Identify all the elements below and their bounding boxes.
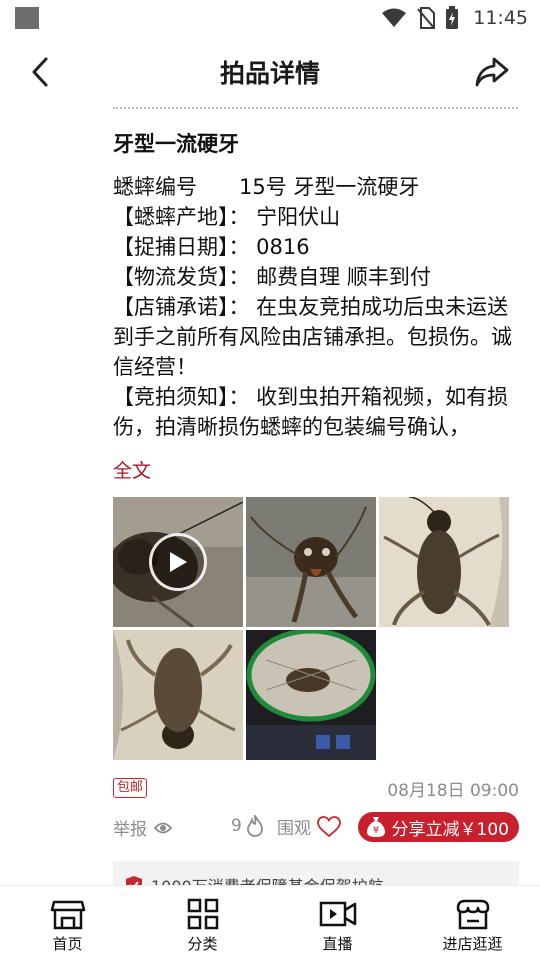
photo-thumbnail[interactable]	[379, 497, 509, 627]
item-title: 牙型一流硬牙	[113, 132, 239, 156]
description-line: 【竞拍须知】： 收到虫拍开箱视频，如有损伤，拍清晰损伤蟋蟀的包装编号确认，	[113, 385, 509, 439]
watch-button[interactable]: 围观	[277, 814, 341, 839]
home-icon	[50, 900, 85, 930]
share-arrow-icon	[475, 57, 509, 87]
heat-count: 9	[231, 816, 242, 836]
description-line: 【物流发货】： 邮费自理 顺丰到付	[113, 265, 431, 289]
page-title: 拍品详情	[219, 59, 320, 88]
cricket-photo-5	[246, 630, 376, 760]
bottom-nav: 首页 分类 直播 进店逛逛	[0, 885, 540, 960]
photo-thumbnail[interactable]	[113, 630, 243, 760]
photo-thumbnail[interactable]	[246, 630, 376, 760]
status-time: 11:45	[473, 7, 528, 29]
fulltext-link[interactable]: 全文	[113, 456, 151, 486]
description-line: 【店铺承诺】： 在虫友竞拍成功后虫未运送到手之前所有风险由店铺承担。包损伤。诚信…	[113, 295, 512, 379]
status-icons: 11:45	[381, 6, 528, 30]
share-button[interactable]	[472, 54, 512, 90]
cricket-photo-3	[379, 497, 509, 627]
description-line: 【蟋蟀产地】： 宁阳伏山	[113, 205, 341, 229]
status-bar: 11:45	[0, 0, 540, 36]
page-header: 拍品详情	[0, 36, 540, 108]
header-divider	[113, 107, 518, 109]
svg-text:¥: ¥	[372, 825, 378, 836]
notification-app-icon	[15, 7, 39, 29]
nav-item-live[interactable]: 直播	[270, 886, 405, 960]
eye-shield-icon	[153, 822, 173, 833]
cricket-photo-4	[113, 630, 243, 760]
live-icon	[319, 901, 356, 927]
report-label: 举报	[113, 820, 147, 840]
nav-label-live: 直播	[322, 935, 353, 953]
nav-label-home: 首页	[52, 935, 83, 953]
money-bag-icon: ¥	[366, 817, 385, 837]
nav-label-category: 分类	[187, 935, 218, 953]
share-discount-button[interactable]: ¥ 分享立减￥100	[357, 812, 519, 842]
nav-item-home[interactable]: 首页	[0, 886, 135, 960]
report-button[interactable]: 举报	[113, 815, 173, 840]
free-shipping-badge: 包邮	[113, 778, 148, 798]
nav-item-shop[interactable]: 进店逛逛	[405, 886, 540, 960]
item-description: 蟋蟀编号 15号 牙型一流硬牙 【蟋蟀产地】： 宁阳伏山 【捉捕日期】： 081…	[113, 172, 523, 442]
battery-charging-icon	[446, 6, 459, 29]
no-sim-icon	[417, 7, 436, 29]
category-icon	[187, 898, 218, 930]
item-meta: 包邮 08月18日 09:00	[113, 776, 519, 802]
nav-item-category[interactable]: 分类	[135, 886, 270, 960]
video-thumbnail[interactable]	[113, 497, 243, 627]
photo-thumbnail[interactable]	[246, 497, 376, 627]
wifi-icon	[382, 8, 407, 27]
description-line: 蟋蟀编号 15号 牙型一流硬牙	[113, 175, 420, 199]
share-discount-label: 分享立减￥100	[391, 819, 509, 840]
play-icon[interactable]	[149, 533, 207, 591]
watch-label: 围观	[277, 819, 311, 839]
nav-label-shop: 进店逛逛	[442, 935, 503, 953]
description-line: 【捉捕日期】： 0816	[113, 235, 310, 259]
action-row: 举报 9 围观 ¥ 分享立减￥100	[113, 810, 519, 844]
cricket-photo-2	[246, 497, 376, 627]
photo-gallery	[113, 497, 513, 761]
flame-icon	[246, 815, 263, 837]
heart-icon	[317, 815, 341, 837]
item-content: 牙型一流硬牙 蟋蟀编号 15号 牙型一流硬牙 【蟋蟀产地】： 宁阳伏山 【捉捕日…	[113, 126, 523, 486]
heat-indicator: 9	[231, 815, 264, 837]
shop-icon	[456, 899, 489, 930]
listing-time: 08月18日 09:00	[387, 781, 519, 801]
